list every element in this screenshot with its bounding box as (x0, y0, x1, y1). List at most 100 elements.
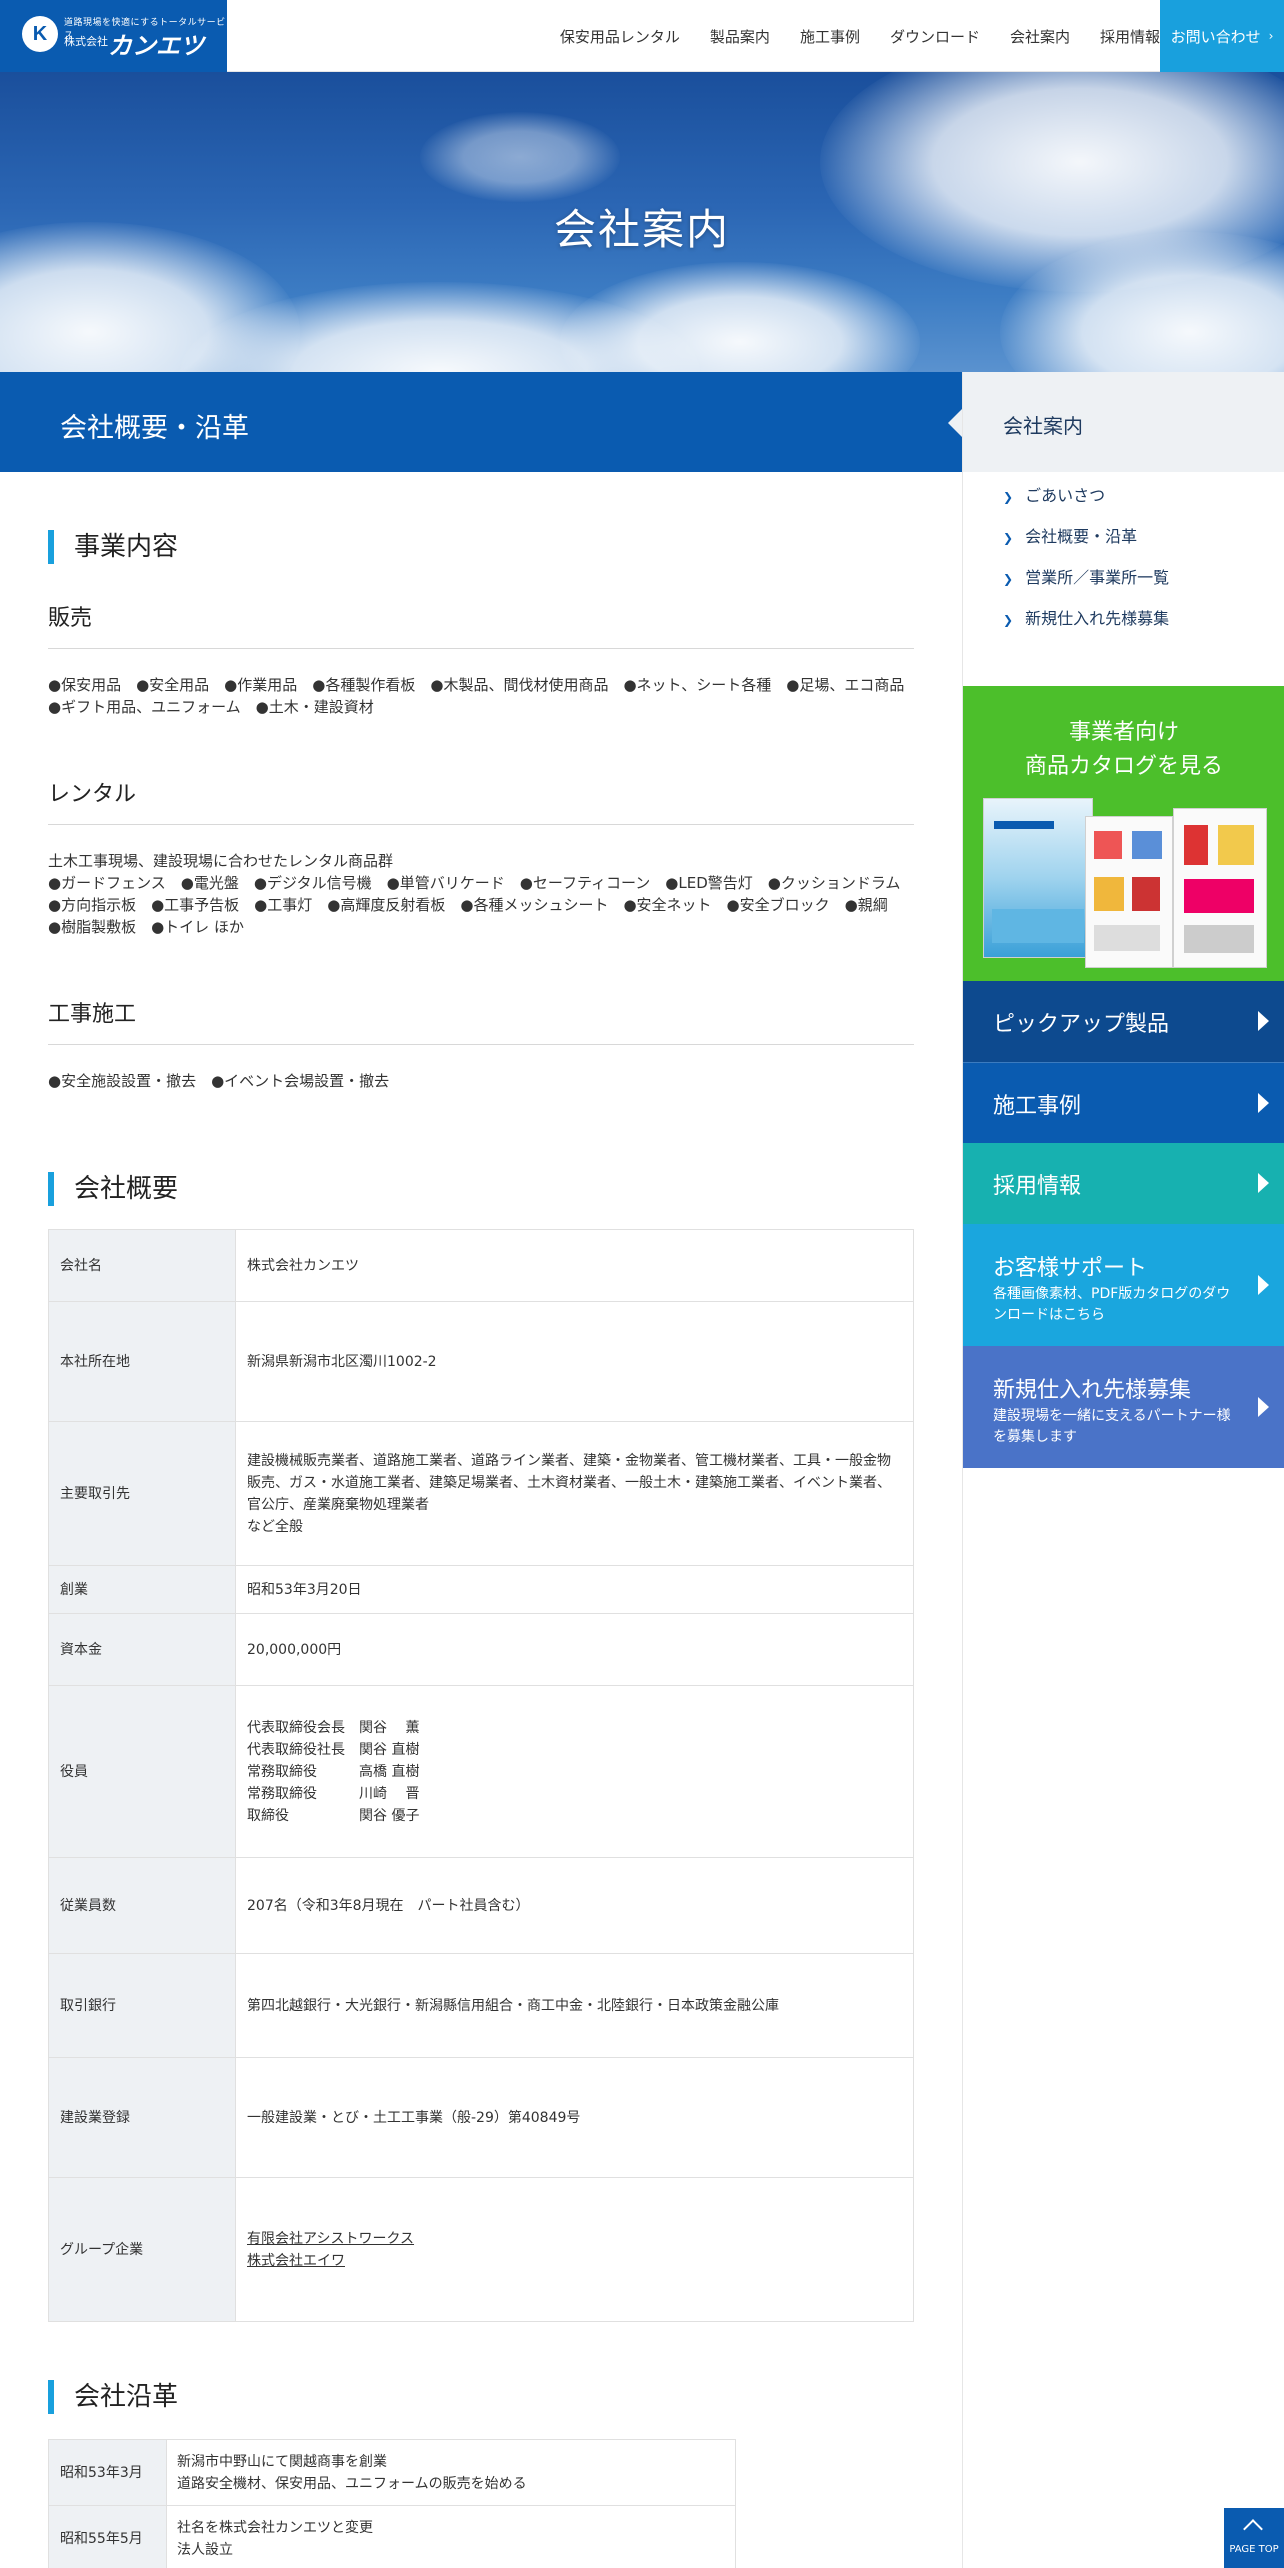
rental-text: ●ガードフェンス ●電光盤 ●デジタル信号機 ●単管バリケード ●セーフティコー… (48, 874, 916, 936)
row-value-line: 株式会社カンエツ (247, 1257, 359, 1274)
catalog-page-item (1184, 879, 1254, 913)
table-row: 建設業登録 一般建設業・とび・土工工事業（般-29）第40849号 (48, 2057, 914, 2178)
group-company-link[interactable]: 有限会社アシストワークス (247, 2228, 901, 2250)
row-value-line: 常務取締役 高橋 直樹 (247, 1763, 420, 1780)
construction-heading: 工事施工 (48, 1002, 137, 1027)
catalog-title: 事業者向け 商品カタログを見る (963, 716, 1284, 784)
nav-rental[interactable]: 保安用品レンタル (560, 26, 680, 47)
contact-button[interactable]: お問い合わせ › (1160, 0, 1284, 72)
row-value-line: 代表取締役会長 関谷 薫 (247, 1719, 420, 1736)
sidebar-link-label: ごあいさつ (1025, 486, 1106, 505)
logo-mark: K (22, 16, 58, 52)
row-key: 会社名 (48, 1229, 236, 1302)
row-value: 代表取締役会長 関谷 薫 代表取締役社長 関谷 直樹 常務取締役 高橋 直樹 常… (235, 1685, 914, 1858)
pickup-products-button[interactable]: ピックアップ製品 (963, 981, 1284, 1062)
row-value: 社名を株式会社カンエツと変更 法人設立 (166, 2505, 736, 2568)
page-top-button[interactable]: PAGE TOP (1224, 2508, 1284, 2568)
divider (48, 648, 914, 649)
row-value: 昭和53年3月20日 (235, 1565, 914, 1614)
catalog-title-line2: 商品カタログを見る (1024, 754, 1223, 779)
row-key: 昭和53年3月 (48, 2439, 167, 2506)
table-row: 従業員数 207名（令和3年8月現在 パート社員含む） (48, 1857, 914, 1954)
sales-heading: 販売 (48, 606, 93, 631)
row-key: グループ企業 (48, 2177, 236, 2322)
sidebar-link-label: 新規仕入れ先様募集 (1025, 609, 1170, 628)
recruit-button[interactable]: 採用情報 (963, 1143, 1284, 1224)
cases-button[interactable]: 施工事例 (963, 1062, 1284, 1143)
sidebar-link-label: 会社概要・沿革 (1025, 527, 1138, 546)
catalog-title-line1: 事業者向け (1068, 720, 1179, 745)
global-nav: 保安用品レンタル 製品案内 施工事例 ダウンロード 会社案内 採用情報 (530, 0, 1160, 72)
row-value-line: 第四北越銀行・大光銀行・新潟縣信用組合・商工中金・北陸銀行・日本政策金融公庫 (247, 1997, 779, 2014)
row-key: 建設業登録 (48, 2057, 236, 2178)
logo[interactable]: K 道路現場を快適にするトータルサービス 株式会社 カンエツ (0, 0, 227, 72)
table-row: 昭和55年5月 社名を株式会社カンエツと変更 法人設立 (48, 2505, 736, 2568)
arrow-up-icon (1243, 2519, 1263, 2539)
business-heading: 事業内容 (48, 530, 178, 564)
row-value: 新潟県新潟市北区濁川1002-2 (235, 1301, 914, 1422)
side-button-title: 施工事例 (993, 1094, 1082, 1119)
table-row: 取引銀行 第四北越銀行・大光銀行・新潟縣信用組合・商工中金・北陸銀行・日本政策金… (48, 1953, 914, 2058)
row-value-line: 建設機械販売業者、道路施工業者、道路ライン業者、建築・金物業者、管工機材業者、工… (247, 1452, 891, 1513)
row-key: 本社所在地 (48, 1301, 236, 1422)
divider (48, 824, 914, 825)
company-history-table: 昭和53年3月 新潟市中野山にて関越商事を創業 道路安全機材、保安用品、ユニフォ… (48, 2439, 736, 2568)
logo-company-prefix: 株式会社 (64, 35, 108, 48)
nav-company[interactable]: 会社案内 (1010, 26, 1070, 47)
row-key: 昭和55年5月 (48, 2505, 167, 2568)
history-heading: 会社沿革 (48, 2380, 178, 2414)
table-row: 主要取引先 建設機械販売業者、道路施工業者、道路ライン業者、建築・金物業者、管工… (48, 1421, 914, 1566)
chevron-right-icon: › (1268, 29, 1274, 43)
rental-intro: 土木工事現場、建設現場に合わせたレンタル商品群 (48, 852, 394, 870)
row-value-line: 207名（令和3年8月現在 パート社員含む） (247, 1897, 530, 1914)
catalog-page-item (1094, 877, 1124, 911)
sidebar-link-greeting[interactable]: ❯ ごあいさつ (1003, 482, 1105, 506)
sidebar-pointer (948, 409, 962, 437)
sidebar-link-offices[interactable]: ❯ 営業所／事業所一覧 (1003, 564, 1169, 588)
row-value-line: 20,000,000円 (247, 1641, 342, 1658)
table-row: 本社所在地 新潟県新潟市北区濁川1002-2 (48, 1301, 914, 1422)
catalog-page-item (1218, 825, 1254, 865)
table-row: 創業 昭和53年3月20日 (48, 1565, 914, 1614)
nav-download[interactable]: ダウンロード (890, 26, 980, 47)
row-value: 有限会社アシストワークス 株式会社エイワ (235, 2177, 914, 2322)
triangle-right-icon (1258, 1173, 1269, 1193)
row-value-line: 昭和53年3月20日 (247, 1581, 362, 1598)
nav-products[interactable]: 製品案内 (710, 26, 770, 47)
hero-title: 会社案内 (553, 205, 730, 254)
page-top-label: PAGE TOP (1229, 2544, 1279, 2555)
rental-heading: レンタル (48, 782, 137, 807)
chevron-right-icon: ❯ (1003, 490, 1014, 504)
row-value: 207名（令和3年8月現在 パート社員含む） (235, 1857, 914, 1954)
divider (48, 1044, 914, 1045)
side-button-subtitle: 各種画像素材、PDF版カタログのダウンロードはこちら (993, 1286, 1231, 1323)
catalog-banner[interactable]: 事業者向け 商品カタログを見る (963, 686, 1284, 981)
row-value-line: 法人設立 (177, 2541, 233, 2558)
catalog-page-item (1184, 925, 1254, 953)
company-overview-table: 会社名 株式会社カンエツ 本社所在地 新潟県新潟市北区濁川1002-2 主要取引… (48, 1229, 914, 2322)
supplier-recruit-button[interactable]: 新規仕入れ先様募集 建設現場を一緒に支えるパートナー様を募集します (963, 1346, 1284, 1468)
row-value-line: 取締役 関谷 優子 (247, 1807, 420, 1824)
group-company-link[interactable]: 株式会社エイワ (247, 2250, 901, 2272)
chevron-right-icon: ❯ (1003, 531, 1014, 545)
triangle-right-icon (1258, 1397, 1269, 1417)
row-key: 資本金 (48, 1613, 236, 1686)
row-value-line: 新潟市中野山にて関越商事を創業 (177, 2453, 387, 2470)
catalog-page-image (1085, 816, 1173, 968)
sidebar: 会社案内 ❯ ごあいさつ ❯ 会社概要・沿革 ❯ 営業所／事業所一覧 ❯ 新規仕入れ先様… (962, 372, 1284, 2568)
side-button-subtitle: 建設現場を一緒に支えるパートナー様を募集します (993, 1408, 1231, 1445)
catalog-page-item (1094, 831, 1122, 859)
row-value-line: 一般建設業・とび・土工工事業（般-29）第40849号 (247, 2109, 581, 2126)
catalog-page-item (1132, 831, 1162, 859)
sidebar-link-suppliers[interactable]: ❯ 新規仕入れ先様募集 (1003, 605, 1169, 629)
overview-heading: 会社概要 (48, 1172, 178, 1206)
support-button[interactable]: お客様サポート 各種画像素材、PDF版カタログのダウンロードはこちら (963, 1224, 1284, 1346)
nav-recruit[interactable]: 採用情報 (1100, 26, 1160, 47)
nav-cases[interactable]: 施工事例 (800, 26, 860, 47)
catalog-page-item (1094, 925, 1160, 951)
catalog-page-item (1184, 825, 1208, 865)
sidebar-link-overview[interactable]: ❯ 会社概要・沿革 (1003, 523, 1137, 547)
site-header: K 道路現場を快適にするトータルサービス 株式会社 カンエツ 保安用品レンタル … (0, 0, 1284, 72)
construction-text: ●安全施設設置・撤去 ●イベント会場設置・撤去 (48, 1072, 390, 1090)
section-title-bar: 会社概要・沿革 (0, 372, 962, 472)
